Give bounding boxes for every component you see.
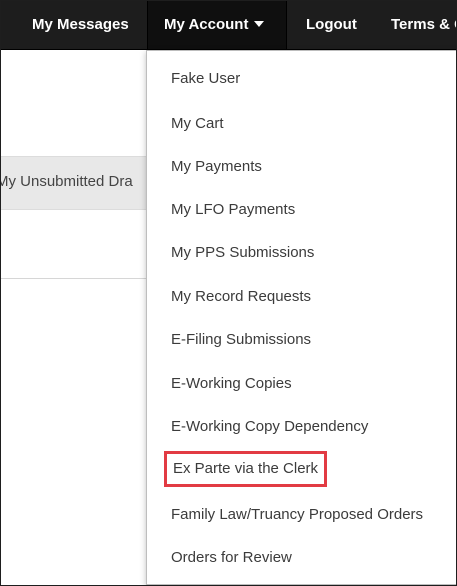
menu-item-my-payments[interactable]: My Payments: [171, 157, 262, 177]
sidebar-divider: [1, 278, 151, 279]
menu-item-my-pps-submissions[interactable]: My PPS Submissions: [171, 243, 314, 263]
menu-item-family-law-truancy-proposed-orders[interactable]: Family Law/Truancy Proposed Orders: [171, 505, 423, 525]
nav-my-account[interactable]: My Account: [147, 1, 287, 49]
menu-item-e-working-copy-dependency[interactable]: E-Working Copy Dependency: [171, 417, 368, 437]
menu-item-my-cart[interactable]: My Cart: [171, 114, 224, 134]
nav-my-account-label: My Account: [164, 16, 249, 33]
menu-item-ex-parte-via-clerk[interactable]: Ex Parte via the Clerk: [164, 451, 328, 487]
sidebar-tab-unsubmitted-drafts[interactable]: My Unsubmitted Dra: [1, 156, 151, 210]
nav-logout[interactable]: Logout: [306, 1, 357, 49]
account-dropdown-menu: Fake User My Cart My Payments My LFO Pay…: [146, 50, 456, 585]
nav-terms[interactable]: Terms & C: [391, 1, 456, 49]
menu-item-fake-user[interactable]: Fake User: [171, 69, 240, 89]
menu-item-orders-for-review[interactable]: Orders for Review: [171, 548, 292, 568]
menu-item-e-working-copies[interactable]: E-Working Copies: [171, 374, 292, 394]
nav-my-messages[interactable]: My Messages: [32, 1, 129, 49]
menu-item-my-lfo-payments[interactable]: My LFO Payments: [171, 200, 295, 220]
caret-down-icon: [254, 21, 264, 27]
menu-item-my-record-requests[interactable]: My Record Requests: [171, 287, 311, 307]
top-navbar: My Messages My Account Logout Terms & C: [1, 1, 456, 50]
menu-item-e-filing-submissions[interactable]: E-Filing Submissions: [171, 330, 311, 350]
app-window: My Messages My Account Logout Terms & C …: [0, 0, 457, 586]
sidebar-tab-label: My Unsubmitted Dra: [1, 173, 133, 190]
